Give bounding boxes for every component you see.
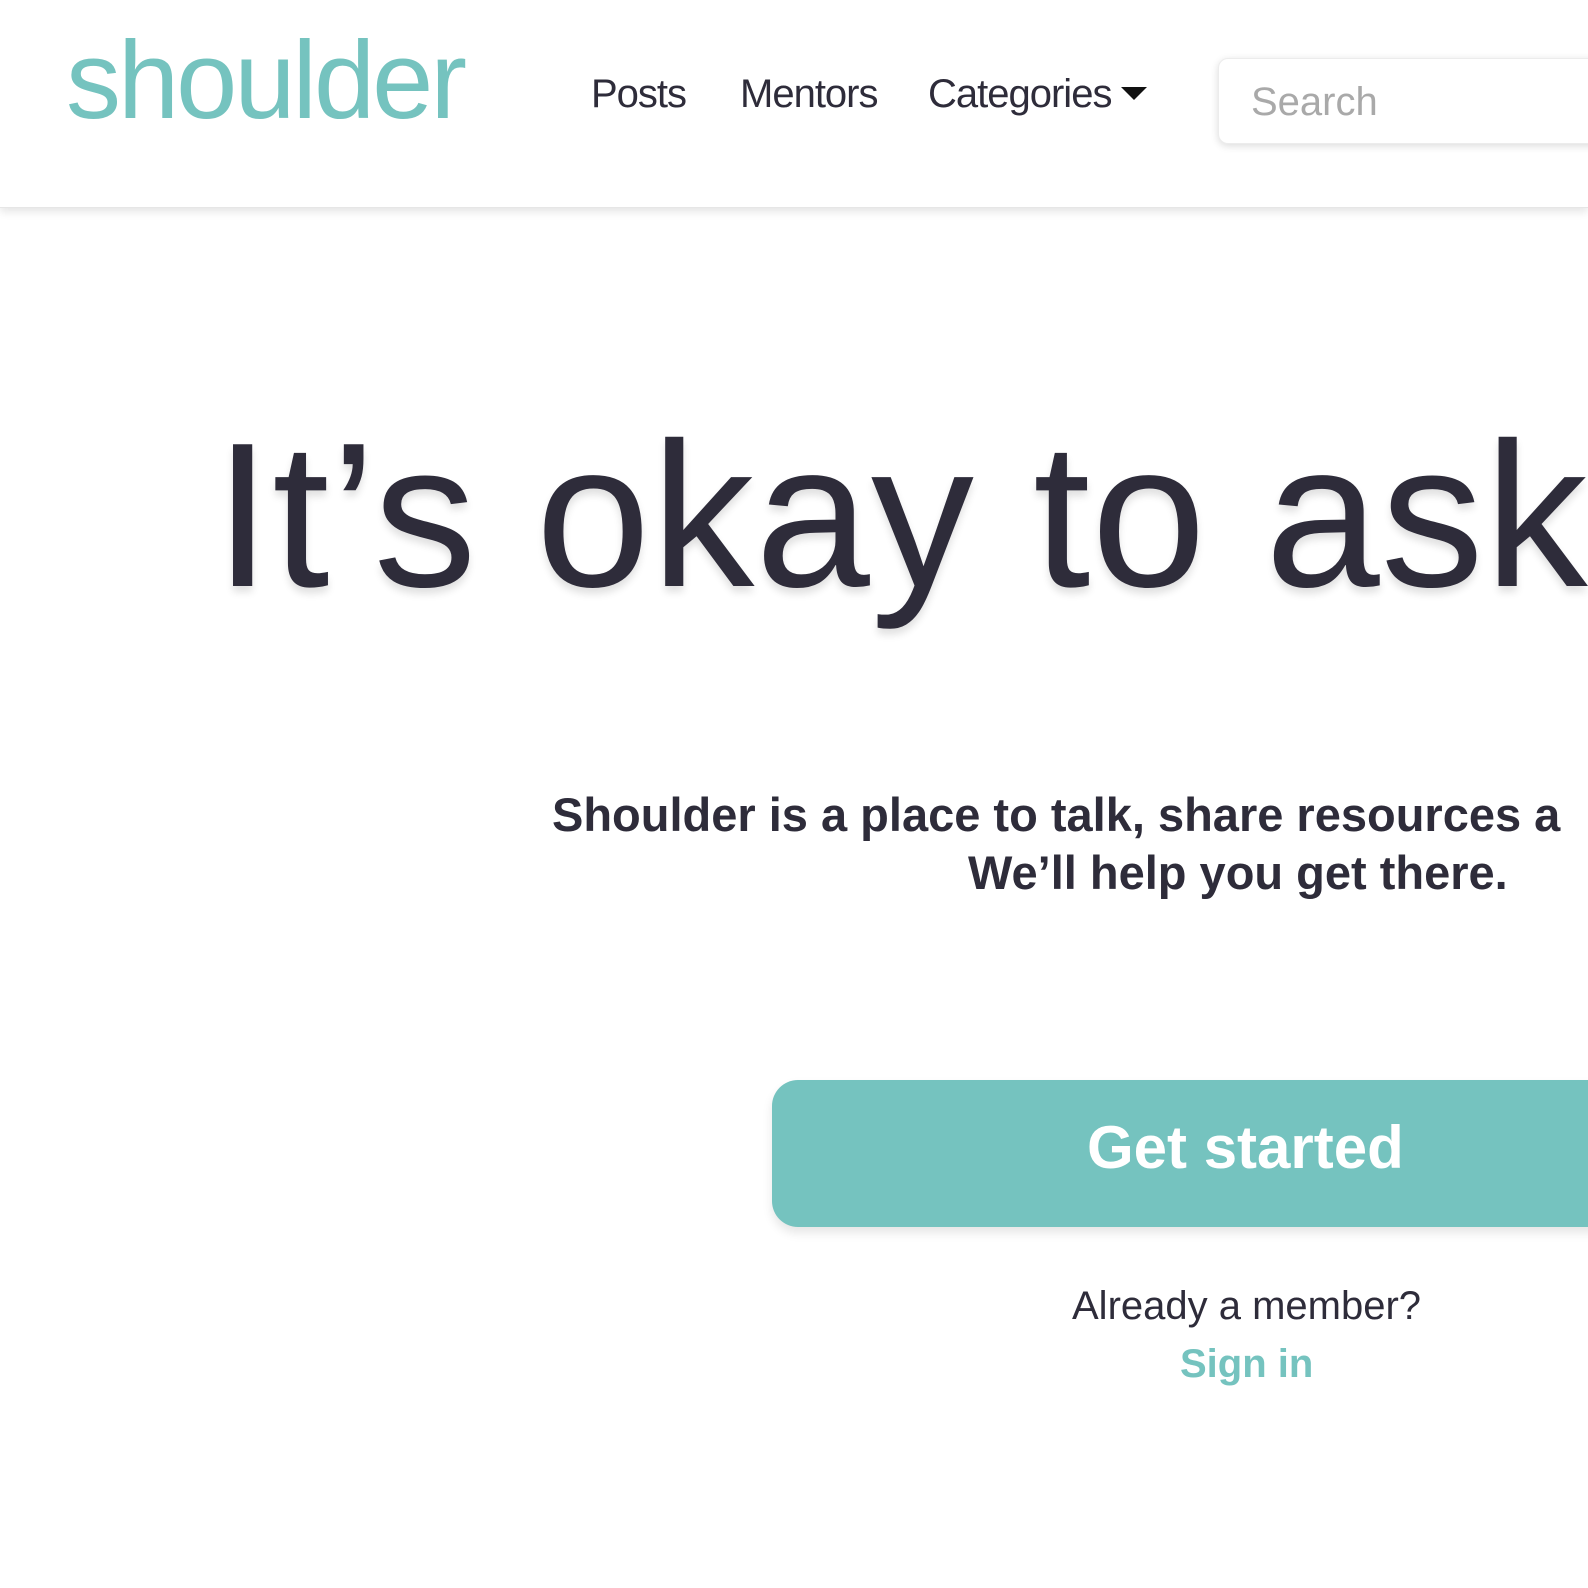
- top-navbar: shoulder Posts Mentors Categories: [0, 0, 1588, 208]
- search-box: [1218, 58, 1588, 145]
- nav-dropdown-categories[interactable]: Categories: [928, 72, 1148, 116]
- categories-label: Categories: [928, 72, 1112, 116]
- nav-link-mentors[interactable]: Mentors: [740, 74, 878, 114]
- hero-title: It’s okay to ask: [214, 400, 1588, 630]
- sign-in-link[interactable]: Sign in: [1180, 1344, 1313, 1384]
- get-started-label: Get started: [1087, 1114, 1404, 1181]
- landing-page: shoulder Posts Mentors Categories It’s o…: [0, 0, 1588, 1588]
- brand-logo[interactable]: shoulder: [66, 26, 467, 136]
- nav-link-posts[interactable]: Posts: [591, 74, 687, 114]
- caret-down-icon: [1121, 86, 1148, 100]
- member-prompt: Already a member?: [1072, 1284, 1422, 1328]
- hero-tagline-line-1: Shoulder is a place to talk, share resou…: [552, 788, 1561, 841]
- get-started-button[interactable]: Get started: [772, 1080, 1588, 1227]
- hero-tagline-line-2: We’ll help you get there.: [968, 846, 1508, 899]
- search-input[interactable]: [1251, 59, 1588, 145]
